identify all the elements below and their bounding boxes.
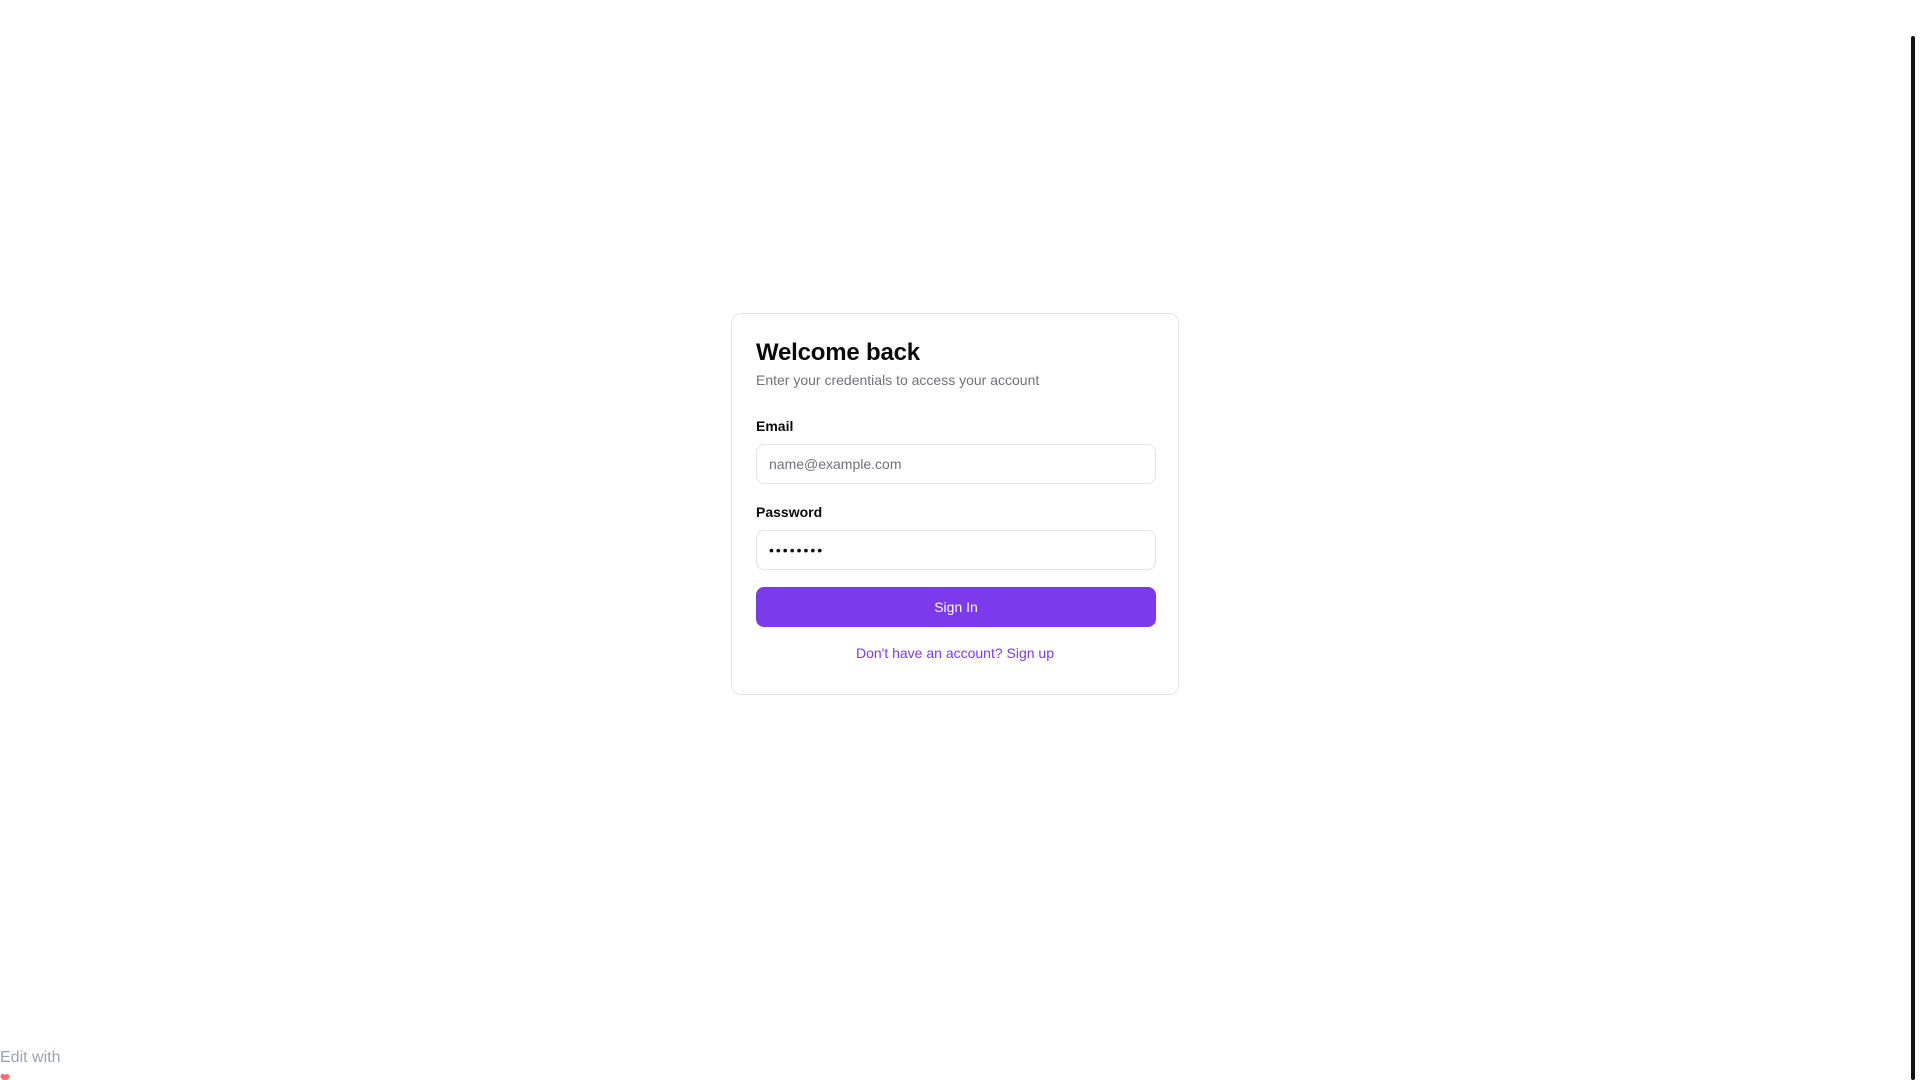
password-label: Password bbox=[756, 504, 823, 520]
email-field[interactable] bbox=[756, 444, 1156, 484]
sign-in-button[interactable]: Sign In bbox=[756, 587, 1156, 627]
email-label: Email bbox=[756, 418, 794, 434]
scrollbar-thumb[interactable] bbox=[1911, 36, 1915, 1080]
login-card: Welcome back Enter your credentials to a… bbox=[731, 313, 1179, 695]
page: Welcome back Enter your credentials to a… bbox=[0, 0, 1920, 1080]
edit-with-badge-text[interactable]: Edit with bbox=[0, 1048, 60, 1068]
login-subtitle: Enter your credentials to access your ac… bbox=[756, 372, 1040, 388]
page-title: Welcome back bbox=[756, 339, 920, 366]
sign-up-link[interactable]: Don't have an account? Sign up bbox=[756, 643, 1154, 663]
password-field[interactable] bbox=[756, 530, 1156, 570]
heart-logo-icon bbox=[0, 1070, 10, 1080]
